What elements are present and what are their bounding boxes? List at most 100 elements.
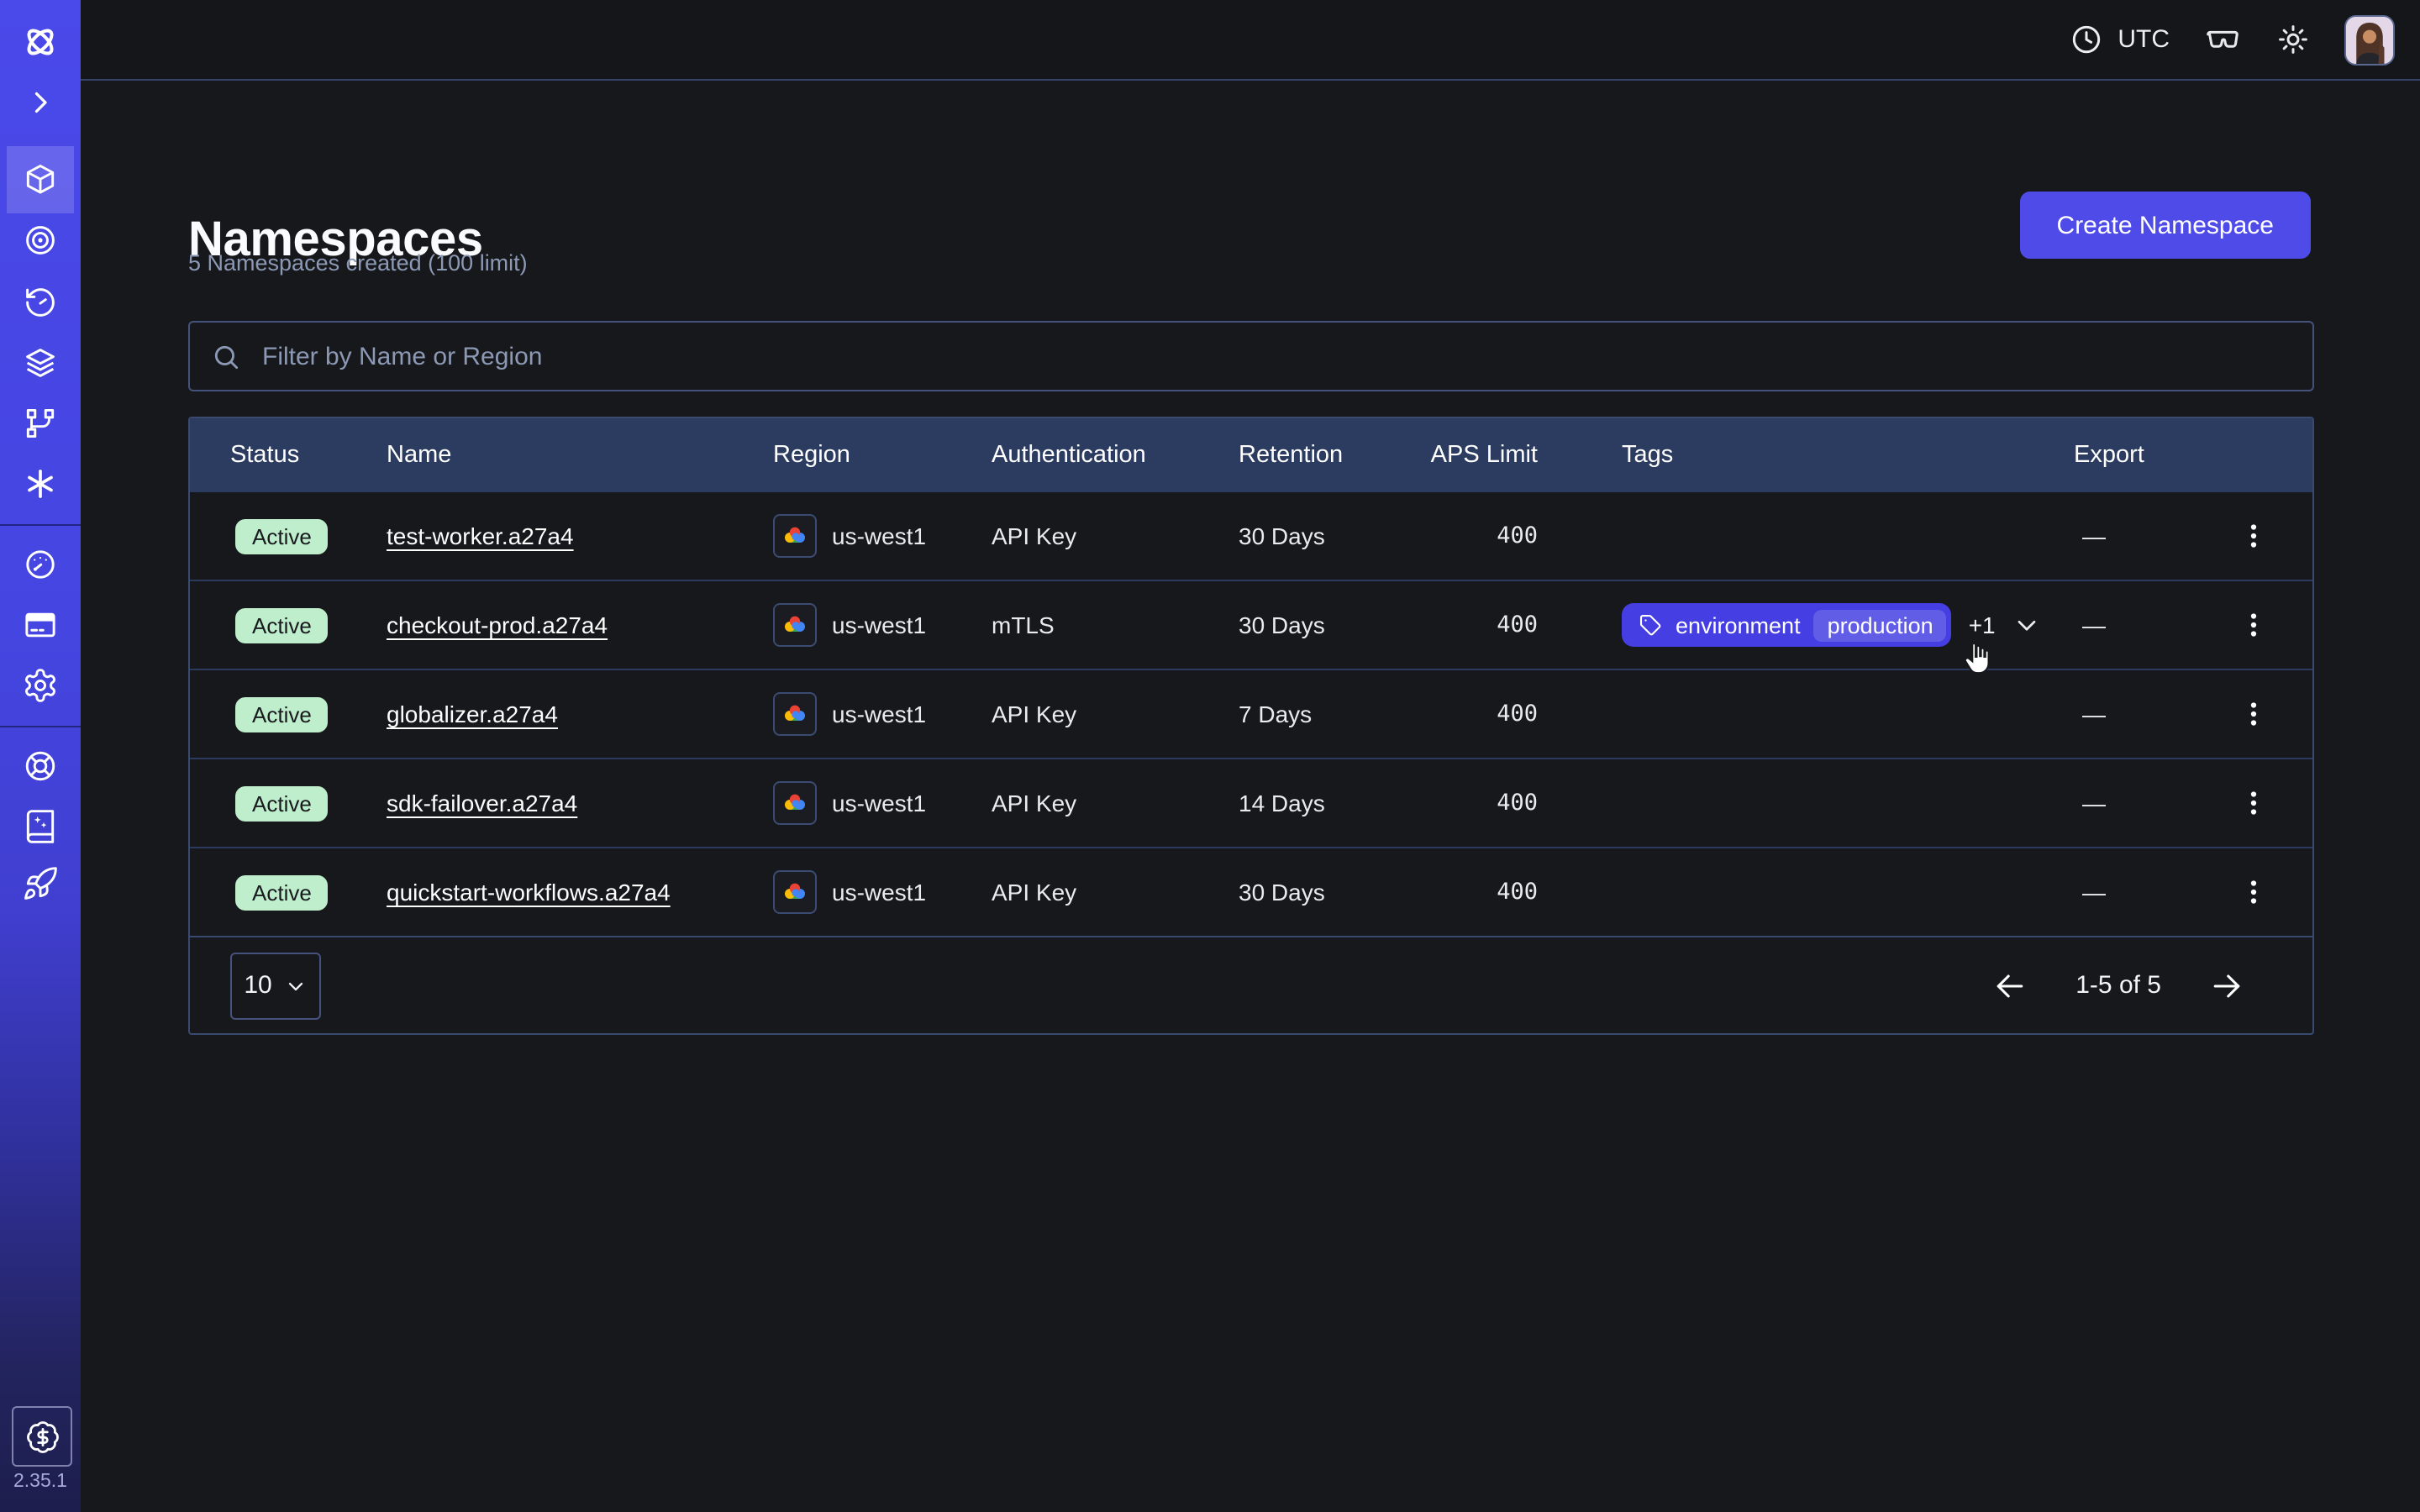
kebab-menu-icon [2238, 877, 2268, 907]
sidebar-item-batch-operations[interactable] [0, 333, 81, 393]
authentication-value: mTLS [992, 612, 1239, 638]
retention-value: 30 Days [1239, 879, 1407, 906]
next-page-button[interactable] [2202, 960, 2252, 1011]
pricing-button[interactable] [12, 1406, 72, 1467]
sidebar-item-support[interactable] [0, 736, 81, 796]
sidebar-item-settings[interactable] [0, 655, 81, 716]
gcp-cloud-icon [773, 514, 817, 558]
temporal-logo[interactable] [0, 12, 81, 72]
sidebar-item-getting-started[interactable] [0, 853, 81, 914]
kebab-menu-icon [2238, 699, 2268, 729]
sun-icon [2275, 22, 2311, 57]
status-badge: Active [235, 518, 329, 554]
row-menu-button[interactable] [2231, 692, 2275, 736]
sidebar-item-nexus[interactable] [0, 454, 81, 514]
app-window: 2.35.1 UTC [0, 0, 2420, 1512]
sidebar-item-billing[interactable] [0, 595, 81, 655]
table-header-row: Status Name Region Authentication Retent… [190, 418, 2312, 492]
column-header-status: Status [230, 442, 387, 469]
kebab-menu-icon [2238, 610, 2268, 640]
tags-expand-button[interactable] [2012, 610, 2043, 640]
arrow-left-icon [1991, 967, 2028, 1004]
region-label: us-west1 [832, 701, 926, 727]
settings-gear-icon [22, 667, 59, 704]
chevron-right-icon [25, 87, 55, 118]
tag-chip[interactable]: environment production [1622, 603, 1952, 647]
export-value: — [2074, 522, 2190, 549]
filter-bar [188, 321, 2314, 391]
column-header-export: Export [2074, 442, 2190, 469]
main-content: Namespaces 5 Namespaces created (100 lim… [81, 81, 2420, 1512]
aps-limit-value: 400 [1407, 790, 1538, 816]
gauge-icon [22, 546, 59, 583]
authentication-value: API Key [992, 701, 1239, 727]
timer-icon [22, 284, 59, 321]
region-label: us-west1 [832, 879, 926, 906]
sidebar-item-schedules[interactable] [0, 272, 81, 333]
billing-card-icon [22, 606, 59, 643]
region-label: us-west1 [832, 790, 926, 816]
clock-icon [2069, 22, 2104, 57]
timezone-label: UTC [2118, 25, 2170, 54]
sidebar-item-docs[interactable] [0, 796, 81, 857]
row-menu-button[interactable] [2231, 870, 2275, 914]
column-header-retention: Retention [1239, 442, 1407, 469]
row-menu-button[interactable] [2231, 603, 2275, 647]
retention-value: 14 Days [1239, 790, 1407, 816]
sidebar-divider [0, 524, 81, 526]
labs-toggle-button[interactable] [2203, 20, 2242, 59]
row-menu-button[interactable] [2231, 781, 2275, 825]
tags-more-count: +1 [1969, 612, 1996, 638]
sidebar-item-workflows[interactable] [0, 210, 81, 270]
status-badge: Active [235, 874, 329, 910]
topbar: UTC [81, 0, 2420, 81]
support-lifebuoy-icon [22, 748, 59, 785]
layers-icon [22, 344, 59, 381]
filter-input[interactable] [259, 340, 2292, 372]
region-label: us-west1 [832, 522, 926, 549]
sidebar-item-usage[interactable] [0, 534, 81, 595]
user-avatar[interactable] [2344, 14, 2395, 65]
table-row: Active sdk-failover.a27a4 us-west1 API K… [190, 758, 2312, 847]
table-row: Active globalizer.a27a4 us-west1 API Key… [190, 669, 2312, 758]
page-size-value: 10 [244, 971, 271, 1000]
sidebar-item-deployments[interactable] [0, 393, 81, 454]
docs-book-icon [22, 808, 59, 845]
page-size-select[interactable]: 10 [230, 952, 321, 1019]
namespaces-table: Status Name Region Authentication Retent… [188, 417, 2314, 1035]
table-row: Active test-worker.a27a4 us-west1 API Ke… [190, 492, 2312, 580]
previous-page-button[interactable] [1985, 960, 2035, 1011]
create-namespace-button[interactable]: Create Namespace [2020, 192, 2311, 259]
kebab-menu-icon [2238, 521, 2268, 551]
branch-icon [22, 405, 59, 442]
aps-limit-value: 400 [1407, 701, 1538, 727]
chevron-down-icon [2012, 610, 2043, 640]
namespace-link[interactable]: checkout-prod.a27a4 [387, 612, 608, 638]
status-badge: Active [235, 696, 329, 732]
eye-icon [22, 222, 59, 259]
namespace-link[interactable]: test-worker.a27a4 [387, 522, 574, 549]
status-badge: Active [235, 607, 329, 643]
app-version: 2.35.1 [0, 1472, 81, 1492]
theme-toggle-button[interactable] [2275, 22, 2311, 57]
column-header-aps-limit: APS Limit [1407, 442, 1538, 469]
timezone-selector[interactable]: UTC [2069, 22, 2170, 57]
row-menu-button[interactable] [2231, 514, 2275, 558]
sidebar-expand-button[interactable] [0, 72, 81, 133]
aps-limit-value: 400 [1407, 612, 1538, 638]
table-row: Active quickstart-workflows.a27a4 us-wes… [190, 847, 2312, 936]
gcp-cloud-icon [773, 603, 817, 647]
retention-value: 30 Days [1239, 612, 1407, 638]
gcp-cloud-icon [773, 692, 817, 736]
namespace-link[interactable]: globalizer.a27a4 [387, 701, 558, 727]
aps-limit-value: 400 [1407, 522, 1538, 549]
glasses-icon [2203, 20, 2242, 59]
namespace-link[interactable]: sdk-failover.a27a4 [387, 790, 577, 816]
gcp-cloud-icon [773, 870, 817, 914]
sidebar-item-namespaces[interactable] [0, 150, 81, 210]
sidebar-divider [0, 726, 81, 727]
namespace-link[interactable]: quickstart-workflows.a27a4 [387, 879, 671, 906]
gcp-cloud-icon [773, 781, 817, 825]
search-icon [210, 340, 242, 372]
table-body: Active test-worker.a27a4 us-west1 API Ke… [190, 492, 2312, 936]
